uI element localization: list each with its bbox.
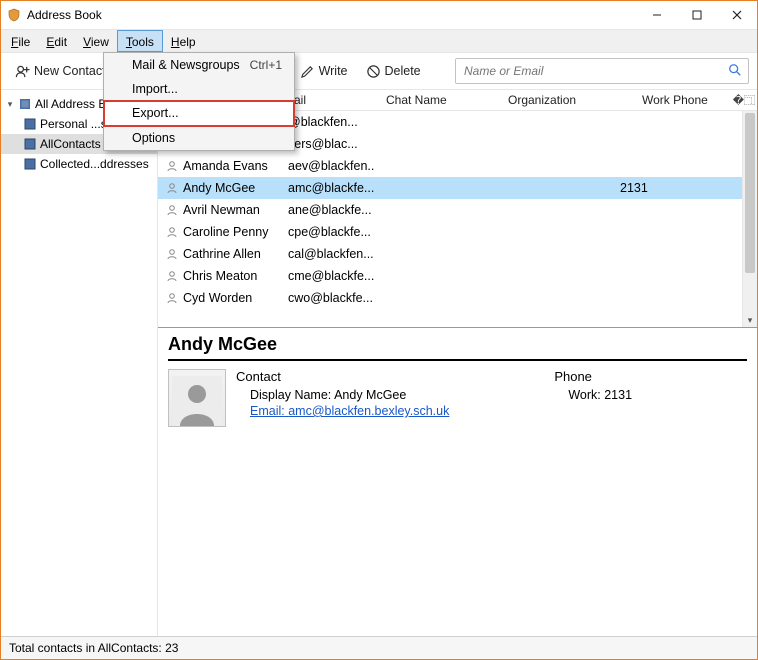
dd-options[interactable]: Options <box>104 126 294 150</box>
table-row[interactable]: Andy McGeeamc@blackfe... 2131 <box>158 177 743 199</box>
menubar: File Edit View Tools Help <box>1 30 757 53</box>
dd-import[interactable]: Import... <box>104 77 294 101</box>
cell-email: @blackfen... <box>288 115 374 129</box>
cell-email: cwo@blackfe... <box>288 291 374 305</box>
delete-label: Delete <box>385 64 421 78</box>
person-icon <box>164 204 180 216</box>
contact-section-title: Contact <box>236 369 544 384</box>
cell-name: Andy McGee <box>183 181 288 195</box>
person-icon <box>164 292 180 304</box>
addressbook-icon <box>23 157 37 171</box>
scrollbar[interactable]: ▾ <box>742 111 757 327</box>
tools-dropdown: Mail & Newsgroups Ctrl+1 Import... Expor… <box>103 52 295 151</box>
scrollbar-thumb[interactable] <box>745 113 755 273</box>
cell-email: cme@blackfe... <box>288 269 374 283</box>
new-contact-button[interactable]: New Contact <box>9 61 112 82</box>
sidebar-item-label: Collected...ddresses <box>40 157 149 171</box>
titlebar: Address Book <box>1 1 757 30</box>
col-header-org[interactable]: Organization <box>502 93 636 107</box>
display-name-row: Display Name: Andy McGee <box>250 388 544 402</box>
person-icon <box>164 160 180 172</box>
cell-email: aev@blackfen... <box>288 159 374 173</box>
search-icon <box>728 63 742 80</box>
cell-email: ane@blackfe... <box>288 203 374 217</box>
person-icon <box>164 270 180 282</box>
maximize-button[interactable] <box>677 1 717 29</box>
app-icon <box>7 8 21 22</box>
new-contact-icon <box>15 64 30 79</box>
details-pane: Andy McGee Contact Display Name: A <box>158 328 757 636</box>
work-phone-row: Work: 2131 <box>568 388 747 402</box>
email-link[interactable]: Email: amc@blackfen.bexley.sch.uk <box>250 404 449 418</box>
cell-name: Cathrine Allen <box>183 247 288 261</box>
col-header-work[interactable]: Work Phone <box>636 93 743 107</box>
dd-export[interactable]: Export... <box>104 101 294 126</box>
cell-name: Amanda Evans <box>183 159 288 173</box>
table-row[interactable]: Avril Newmanane@blackfe... <box>158 199 743 221</box>
pencil-icon <box>300 64 315 79</box>
menu-edit[interactable]: Edit <box>38 30 75 52</box>
menu-view[interactable]: View <box>75 30 117 52</box>
cell-email: cpe@blackfe... <box>288 225 374 239</box>
table-row[interactable]: Cathrine Allencal@blackfen... <box>158 243 743 265</box>
person-icon <box>164 182 180 194</box>
addressbook-icon <box>18 97 32 111</box>
addressbook-icon <box>23 117 37 131</box>
table-row[interactable]: Cyd Wordencwo@blackfe... <box>158 287 743 309</box>
write-label: Write <box>319 64 348 78</box>
cell-email: amc@blackfe... <box>288 181 374 195</box>
table-row[interactable]: Chris Meatoncme@blackfe... <box>158 265 743 287</box>
cell-name: Cyd Worden <box>183 291 288 305</box>
delete-button[interactable]: Delete <box>360 61 427 82</box>
write-button[interactable]: Write <box>294 61 354 82</box>
addressbook-icon <box>23 137 37 151</box>
menu-file[interactable]: File <box>3 30 38 52</box>
sidebar: ▾ All Address B Personal ...ss Book AllC… <box>1 90 158 636</box>
table-row[interactable]: Caroline Pennycpe@blackfe... <box>158 221 743 243</box>
email-row: Email: amc@blackfen.bexley.sch.uk <box>250 404 544 418</box>
person-icon <box>164 248 180 260</box>
column-picker-icon[interactable]: �⿹ <box>733 92 755 108</box>
avatar <box>168 369 226 427</box>
sidebar-item-label: AllContacts <box>40 137 101 151</box>
cell-email: cal@blackfen... <box>288 247 374 261</box>
close-button[interactable] <box>717 1 757 29</box>
search-box[interactable] <box>455 58 749 84</box>
twisty-icon[interactable]: ▾ <box>5 99 15 110</box>
cell-email: sers@blac... <box>288 137 374 151</box>
table-row[interactable]: Amanda Evansaev@blackfen... <box>158 155 743 177</box>
window-title: Address Book <box>27 8 637 22</box>
statusbar: Total contacts in AllContacts: 23 <box>1 636 757 659</box>
cell-name: Caroline Penny <box>183 225 288 239</box>
cell-name: Chris Meaton <box>183 269 288 283</box>
col-header-chat[interactable]: Chat Name <box>380 93 502 107</box>
delete-icon <box>366 64 381 79</box>
cell-work: 2131 <box>618 181 743 195</box>
person-icon <box>164 226 180 238</box>
col-header-email[interactable]: ail <box>288 93 380 107</box>
new-contact-label: New Contact <box>34 64 106 78</box>
tree-root-label: All Address B <box>35 97 106 111</box>
statusbar-text: Total contacts in AllContacts: 23 <box>9 641 178 655</box>
details-title: Andy McGee <box>168 334 747 361</box>
menu-tools[interactable]: Tools <box>117 30 163 52</box>
search-input[interactable] <box>462 63 728 79</box>
scroll-down-icon[interactable]: ▾ <box>743 313 757 327</box>
minimize-button[interactable] <box>637 1 677 29</box>
dd-mail-newsgroups[interactable]: Mail & Newsgroups Ctrl+1 <box>104 53 294 77</box>
sidebar-item-collected[interactable]: Collected...ddresses <box>1 154 157 174</box>
phone-section-title: Phone <box>554 369 747 384</box>
cell-name: Avril Newman <box>183 203 288 217</box>
menu-help[interactable]: Help <box>163 30 204 52</box>
